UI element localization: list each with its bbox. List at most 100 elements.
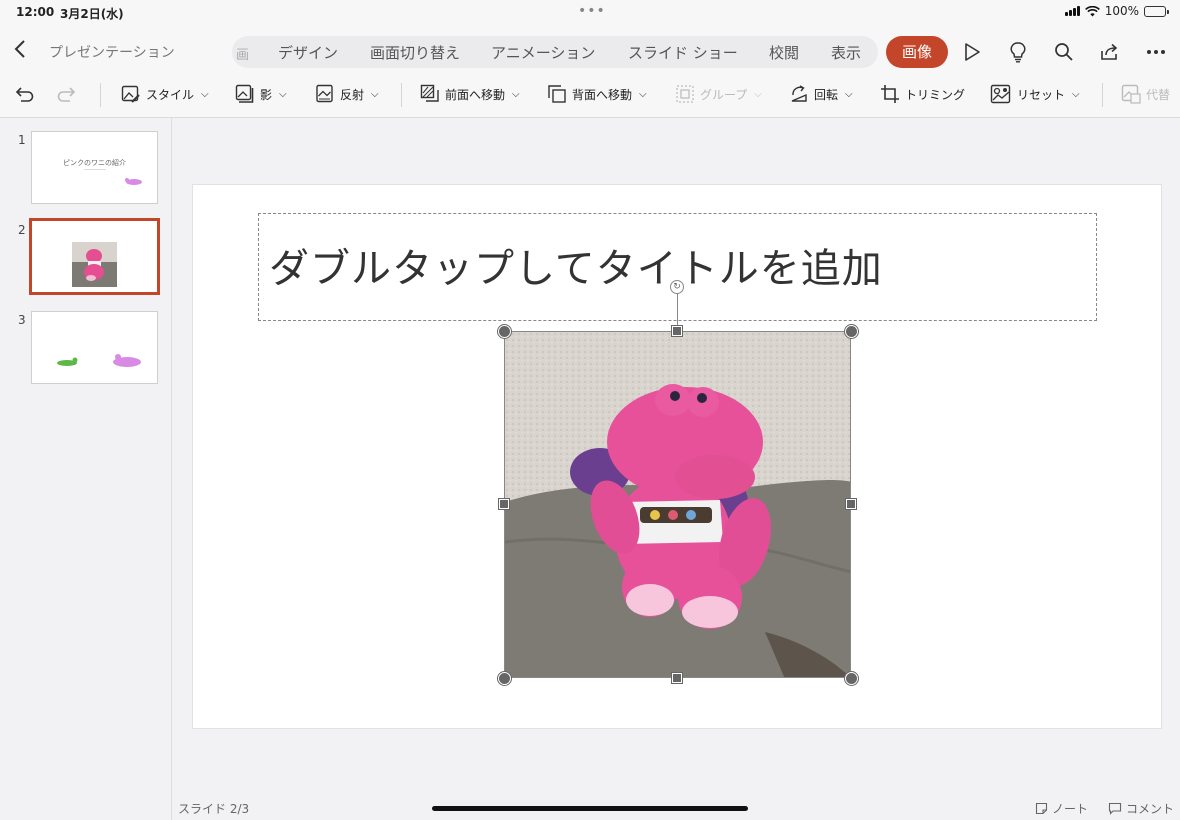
shadow-label: 影 <box>260 87 273 102</box>
reset-label: リセット <box>1017 87 1066 102</box>
reflection-button[interactable]: 反射 ⌵ <box>315 84 379 104</box>
group-label: グループ <box>700 87 748 102</box>
divider <box>100 83 101 107</box>
slide[interactable]: ダブルタップしてタイトルを追加 ↻ <box>192 184 1162 729</box>
resize-handle-right[interactable] <box>846 499 856 509</box>
multitasking-dots[interactable]: ••• <box>578 3 606 19</box>
slide-canvas[interactable]: ダブルタップしてタイトルを追加 ↻ <box>172 118 1180 820</box>
cellular-signal-icon <box>1064 6 1080 16</box>
pink-crocodile-plush-photo <box>505 332 850 677</box>
undo-icon[interactable] <box>12 83 34 105</box>
rotate-button[interactable]: 回転 ⌵ <box>789 84 853 104</box>
shadow-button[interactable]: 影 ⌵ <box>235 84 287 104</box>
send-backward-button[interactable]: 背面へ移動 ⌵ <box>547 84 647 104</box>
slide-thumbnail-3[interactable] <box>31 311 158 384</box>
notes-button[interactable]: ノート <box>1035 800 1088 817</box>
picture-style-icon <box>121 85 140 103</box>
picture-reflection-icon <box>316 84 333 103</box>
rotation-line <box>677 294 678 326</box>
green-crocodile-icon <box>57 357 78 366</box>
rotate-label: 回転 <box>814 87 839 102</box>
slide-number: 2 <box>18 223 26 237</box>
chevron-down-icon: ⌵ <box>1072 88 1080 100</box>
alt-text-icon <box>1121 84 1141 104</box>
ribbon-tab-bar: プレゼンテーション 画 デザイン 画面切り替え アニメーション スライド ショー… <box>0 24 1180 74</box>
thumbnail-subtitle-line <box>84 169 106 170</box>
resize-handle-bottom-left[interactable] <box>498 672 511 685</box>
more-icon[interactable] <box>1144 40 1168 64</box>
slide-number: 3 <box>18 313 26 327</box>
rotate-icon <box>791 85 807 102</box>
chevron-down-icon: ⌵ <box>639 88 647 100</box>
chevron-down-icon: ⌵ <box>512 88 520 100</box>
divider <box>1102 83 1103 107</box>
notes-icon <box>1035 802 1048 815</box>
slide-number: 1 <box>18 133 26 147</box>
tab-transitions[interactable]: 画面切り替え <box>370 42 460 63</box>
title-placeholder-text: ダブルタップしてタイトルを追加 <box>269 246 883 292</box>
search-icon[interactable] <box>1052 40 1076 64</box>
alt-text-label: 代替 <box>1146 87 1171 102</box>
slide-thumbnail-pane: 1 ピンクのワニの紹介 2 3 <box>0 118 172 820</box>
share-icon[interactable] <box>1098 40 1122 64</box>
resize-handle-top[interactable] <box>672 326 682 336</box>
tab-design[interactable]: デザイン <box>278 42 338 63</box>
style-button[interactable]: スタイル ⌵ <box>121 84 209 104</box>
status-right: 100% <box>1064 4 1169 18</box>
document-title[interactable]: プレゼンテーション <box>49 42 175 62</box>
comment-icon <box>1108 802 1122 815</box>
bring-forward-button[interactable]: 前面へ移動 ⌵ <box>420 84 520 104</box>
redo-icon[interactable] <box>57 83 79 105</box>
ribbon-command-bar: スタイル ⌵ 影 ⌵ 反射 ⌵ 前面へ移動 ⌵ 背面へ移動 ⌵ グループ ⌵ 回… <box>0 74 1180 118</box>
alt-text-button[interactable]: 代替 <box>1121 84 1170 104</box>
group-button[interactable]: グループ ⌵ <box>675 84 762 104</box>
reflection-label: 反射 <box>340 87 365 102</box>
slide-thumbnail-1[interactable]: ピンクのワニの紹介 <box>31 131 158 204</box>
group-icon <box>676 85 694 103</box>
resize-handle-bottom[interactable] <box>672 673 682 683</box>
bring-forward-icon <box>420 84 439 102</box>
chevron-down-icon: ⌵ <box>754 88 762 100</box>
divider <box>401 83 402 107</box>
bring-forward-label: 前面へ移動 <box>445 87 506 102</box>
play-icon[interactable] <box>960 40 984 64</box>
tab-animations[interactable]: アニメーション <box>491 42 595 63</box>
tab-slideshow[interactable]: スライド ショー <box>628 42 738 63</box>
tab-view[interactable]: 表示 <box>831 42 861 63</box>
resize-handle-top-left[interactable] <box>498 325 511 338</box>
chevron-down-icon: ⌵ <box>845 88 853 100</box>
comments-label: コメント <box>1126 802 1175 816</box>
crop-label: トリミング <box>905 87 966 102</box>
tab-picture[interactable]: 画像 <box>886 36 948 68</box>
send-backward-icon <box>548 85 566 103</box>
lightbulb-icon[interactable] <box>1006 40 1030 64</box>
chevron-left-icon[interactable] <box>14 39 26 63</box>
thumbnail-photo <box>72 242 117 287</box>
wifi-icon <box>1084 5 1100 16</box>
tab-review[interactable]: 校閲 <box>769 42 799 63</box>
reset-button[interactable]: リセット ⌵ <box>990 84 1080 104</box>
status-date: 3月2日(水) <box>60 7 124 21</box>
pink-crocodile-icon <box>113 354 141 367</box>
reset-picture-icon <box>990 84 1011 104</box>
comments-button[interactable]: コメント <box>1108 800 1174 817</box>
rotate-handle-icon[interactable]: ↻ <box>670 280 684 294</box>
battery-percent: 100% <box>1104 4 1139 18</box>
chevron-down-icon: ⌵ <box>371 88 379 100</box>
send-backward-label: 背面へ移動 <box>572 87 633 102</box>
crop-icon <box>881 85 899 103</box>
chevron-down-icon: ⌵ <box>279 88 287 100</box>
crop-button[interactable]: トリミング <box>880 84 965 104</box>
thumbnail-title: ピンクのワニの紹介 <box>63 159 126 167</box>
notes-label: ノート <box>1052 802 1089 816</box>
resize-handle-bottom-right[interactable] <box>845 672 858 685</box>
selected-image[interactable] <box>504 331 851 678</box>
tab-partial[interactable]: 画 <box>236 44 249 63</box>
picture-shadow-icon <box>235 84 254 103</box>
slide-thumbnail-2[interactable] <box>29 218 160 295</box>
pink-crocodile-icon <box>125 178 142 185</box>
style-label: スタイル <box>146 87 195 102</box>
resize-handle-left[interactable] <box>499 499 509 509</box>
home-indicator[interactable] <box>432 806 748 811</box>
resize-handle-top-right[interactable] <box>845 325 858 338</box>
